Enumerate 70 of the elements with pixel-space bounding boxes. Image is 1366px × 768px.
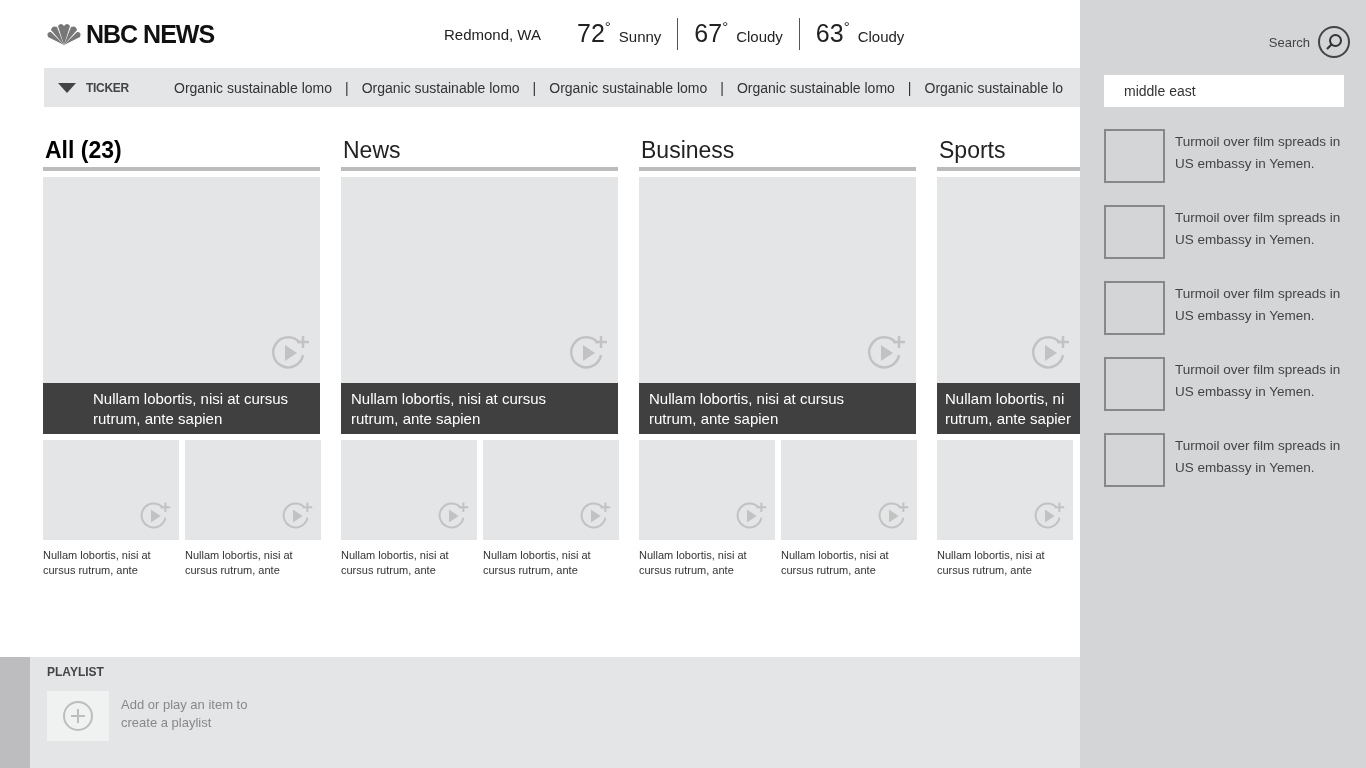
play-add-icon[interactable] <box>735 500 767 532</box>
section-heading[interactable]: Business <box>639 133 916 171</box>
story-thumbnail[interactable] <box>185 440 321 540</box>
search-label: Search <box>1268 34 1310 50</box>
result-link[interactable]: Turmoil over film spreads in US embassy in Yemen. <box>1175 283 1344 335</box>
story-thumbnail[interactable] <box>639 440 775 540</box>
ticker-link[interactable]: Organic sustainable lomo <box>549 79 708 96</box>
weather-condition: Sunny <box>618 28 662 45</box>
result-link[interactable]: Turmoil over film spreads in US embassy in Yemen. <box>1175 435 1344 487</box>
separator: | <box>532 79 537 96</box>
play-add-icon[interactable] <box>877 500 909 532</box>
search-icon[interactable] <box>1325 33 1343 51</box>
featured-title: Nullam lobortis, ni rutrum, ante sapier <box>937 383 1080 434</box>
result-thumbnail[interactable] <box>1104 357 1165 411</box>
story-title: Nullam lobortis, nisi at cursus rutrum, ante <box>781 548 890 578</box>
search-field[interactable]: middle east <box>1104 75 1344 107</box>
ticker-link[interactable]: Organic sustainable lomo <box>736 79 895 96</box>
peacock-icon <box>46 23 82 45</box>
featured-title: Nullam lobortis, nisi at cursus rutrum, ante sapien <box>341 383 618 434</box>
add-icon[interactable] <box>62 700 94 732</box>
section-heading[interactable]: News <box>341 133 618 171</box>
weather-condition: Cloudy <box>857 28 905 45</box>
location-label: Redmond, WA <box>444 25 541 43</box>
story-title: Nullam lobortis, nisi at cursus rutrum, ante <box>43 548 152 578</box>
story-thumbnail[interactable] <box>341 440 477 540</box>
separator: | <box>907 79 912 96</box>
add-tile[interactable] <box>47 691 109 741</box>
separator: | <box>720 79 724 96</box>
story-thumbnail[interactable] <box>43 440 179 540</box>
story-title: Nullam lobortis, nisi at cursus rutrum, ante <box>937 548 1046 578</box>
story-title: Nullam lobortis, nisi at cursus rutrum, ante <box>185 548 294 578</box>
triangle-icon <box>58 82 76 93</box>
featured-card[interactable]: Nullam lobortis, ni rutrum, ante sapier <box>937 177 1080 434</box>
featured-card[interactable]: Nullam lobortis, nisi at cursus rutrum, ante sapien <box>341 177 618 434</box>
story-title: Nullam lobortis, nisi at cursus rutrum, ante <box>639 548 748 578</box>
separator: | <box>345 79 349 96</box>
temperature: 72$^{°}$ <box>577 18 611 48</box>
play-add-icon[interactable] <box>1033 500 1065 532</box>
search-button[interactable] <box>1318 26 1350 58</box>
result-link[interactable]: Turmoil over film spreads in US embassy in Yemen. <box>1175 207 1344 259</box>
story-title: Nullam lobortis, nisi at cursus rutrum, ante <box>341 548 450 578</box>
ticker-link[interactable]: Organic sustainable lo <box>924 79 1064 96</box>
result-thumbnail[interactable] <box>1104 433 1165 487</box>
featured-card[interactable]: Nullam lobortis, nisi at cursus rutrum, ante sapien <box>639 177 916 434</box>
story-thumbnail[interactable] <box>937 440 1073 540</box>
result-link[interactable]: Turmoil over film spreads in US embassy in Yemen. <box>1175 359 1344 411</box>
weather-condition: Cloudy <box>736 28 783 45</box>
story-thumbnail[interactable] <box>781 440 917 540</box>
story-thumbnail[interactable] <box>483 440 619 540</box>
result-thumbnail[interactable] <box>1104 205 1165 259</box>
temperature: 63$^{°}$ <box>815 18 850 48</box>
featured-title: Nullam lobortis, nisi at cursus rutrum, ante sapien <box>43 383 320 434</box>
playlist-title: PLAYLIST <box>47 665 105 679</box>
logo-text: NBC NEWS <box>86 19 215 49</box>
result-thumbnail[interactable] <box>1104 281 1165 335</box>
result-link[interactable]: Turmoil over film spreads in US embassy in Yemen. <box>1175 131 1344 183</box>
story-title: Nullam lobortis, nisi at cursus rutrum, ante <box>483 548 592 578</box>
featured-title: Nullam lobortis, nisi at cursus rutrum, ante sapien <box>639 383 916 434</box>
ticker-toggle[interactable]: TICKER <box>44 80 174 95</box>
play-add-icon[interactable] <box>139 500 171 532</box>
temperature: 67$^{°}$ <box>694 18 729 48</box>
section-heading[interactable]: All (23) <box>43 133 320 171</box>
play-add-icon[interactable] <box>281 500 313 532</box>
playlist-hint: Add or play an item to create a playlist <box>121 696 249 732</box>
featured-card[interactable]: Nullam lobortis, nisi at cursus rutrum, ante sapien <box>43 177 320 434</box>
play-add-icon[interactable] <box>579 500 611 532</box>
ticker-link[interactable]: Organic sustainable lomo <box>174 79 332 96</box>
ticker-link[interactable]: Organic sustainable lomo <box>361 79 520 96</box>
play-add-icon[interactable] <box>437 500 469 532</box>
result-thumbnail[interactable] <box>1104 129 1165 183</box>
